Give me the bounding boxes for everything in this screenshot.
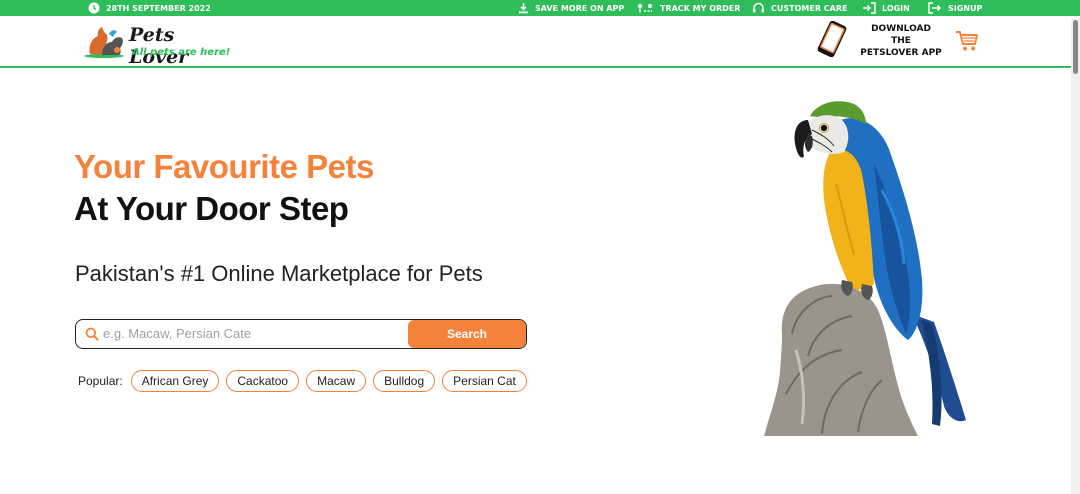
download-app-text: DOWNLOAD THE PETSLOVER APP	[860, 24, 942, 58]
signup-link[interactable]: SIGNUP	[928, 0, 982, 16]
download-app-link[interactable]: DOWNLOAD THE PETSLOVER APP	[810, 20, 942, 62]
clock-icon	[88, 2, 100, 14]
track-icon	[636, 2, 654, 14]
cart-button[interactable]	[955, 30, 979, 57]
hero-title-highlight: Your Favourite Pets	[74, 148, 374, 185]
popular-chip-macaw[interactable]: Macaw	[306, 370, 367, 392]
hero-subtitle: Pakistan's #1 Online Marketplace for Pet…	[75, 261, 483, 286]
popular-searches: Popular: African Grey Cackatoo Macaw Bul…	[78, 370, 527, 392]
pets-logo-icon	[84, 24, 128, 63]
login-icon	[862, 2, 876, 14]
download-icon	[518, 2, 529, 14]
site-logo[interactable]: Pets Lover All pets are here!	[84, 22, 234, 68]
scrollbar-thumb[interactable]	[1073, 20, 1078, 74]
login-link[interactable]: LOGIN	[862, 0, 910, 16]
search-bar: Search	[75, 319, 527, 349]
brand-tagline: All pets are here!	[132, 47, 231, 58]
popular-chip-cackatoo[interactable]: Cackatoo	[226, 370, 300, 392]
popular-chip-african-grey[interactable]: African Grey	[130, 370, 220, 392]
search-input[interactable]	[103, 320, 408, 347]
cart-icon	[955, 31, 979, 56]
date-display: 28TH SEPTEMBER 2022	[88, 0, 211, 16]
customer-care-link[interactable]: CUSTOMER CARE	[752, 0, 847, 16]
signup-icon	[928, 2, 942, 14]
popular-chip-bulldog[interactable]: Bulldog	[373, 370, 436, 392]
hero-title: At Your Door Step	[74, 190, 349, 227]
site-header: Pets Lover All pets are here! DOWNLOAD T…	[0, 16, 1080, 68]
date-text: 28TH SEPTEMBER 2022	[106, 3, 211, 13]
hero-parrot-image	[762, 94, 972, 438]
top-bar: 28TH SEPTEMBER 2022 SAVE MORE ON APP TRA…	[0, 0, 1080, 16]
popular-label: Popular:	[78, 374, 123, 388]
save-more-on-app-link[interactable]: SAVE MORE ON APP	[518, 0, 624, 16]
search-icon	[85, 327, 99, 346]
headset-icon	[752, 2, 765, 14]
smartphone-icon	[810, 20, 854, 62]
brand-name: Pets Lover	[129, 24, 189, 68]
page-scrollbar[interactable]	[1071, 18, 1080, 494]
track-my-order-link[interactable]: TRACK MY ORDER	[636, 0, 740, 16]
search-button[interactable]: Search	[408, 320, 526, 348]
popular-chip-persian-cat[interactable]: Persian Cat	[442, 370, 527, 392]
